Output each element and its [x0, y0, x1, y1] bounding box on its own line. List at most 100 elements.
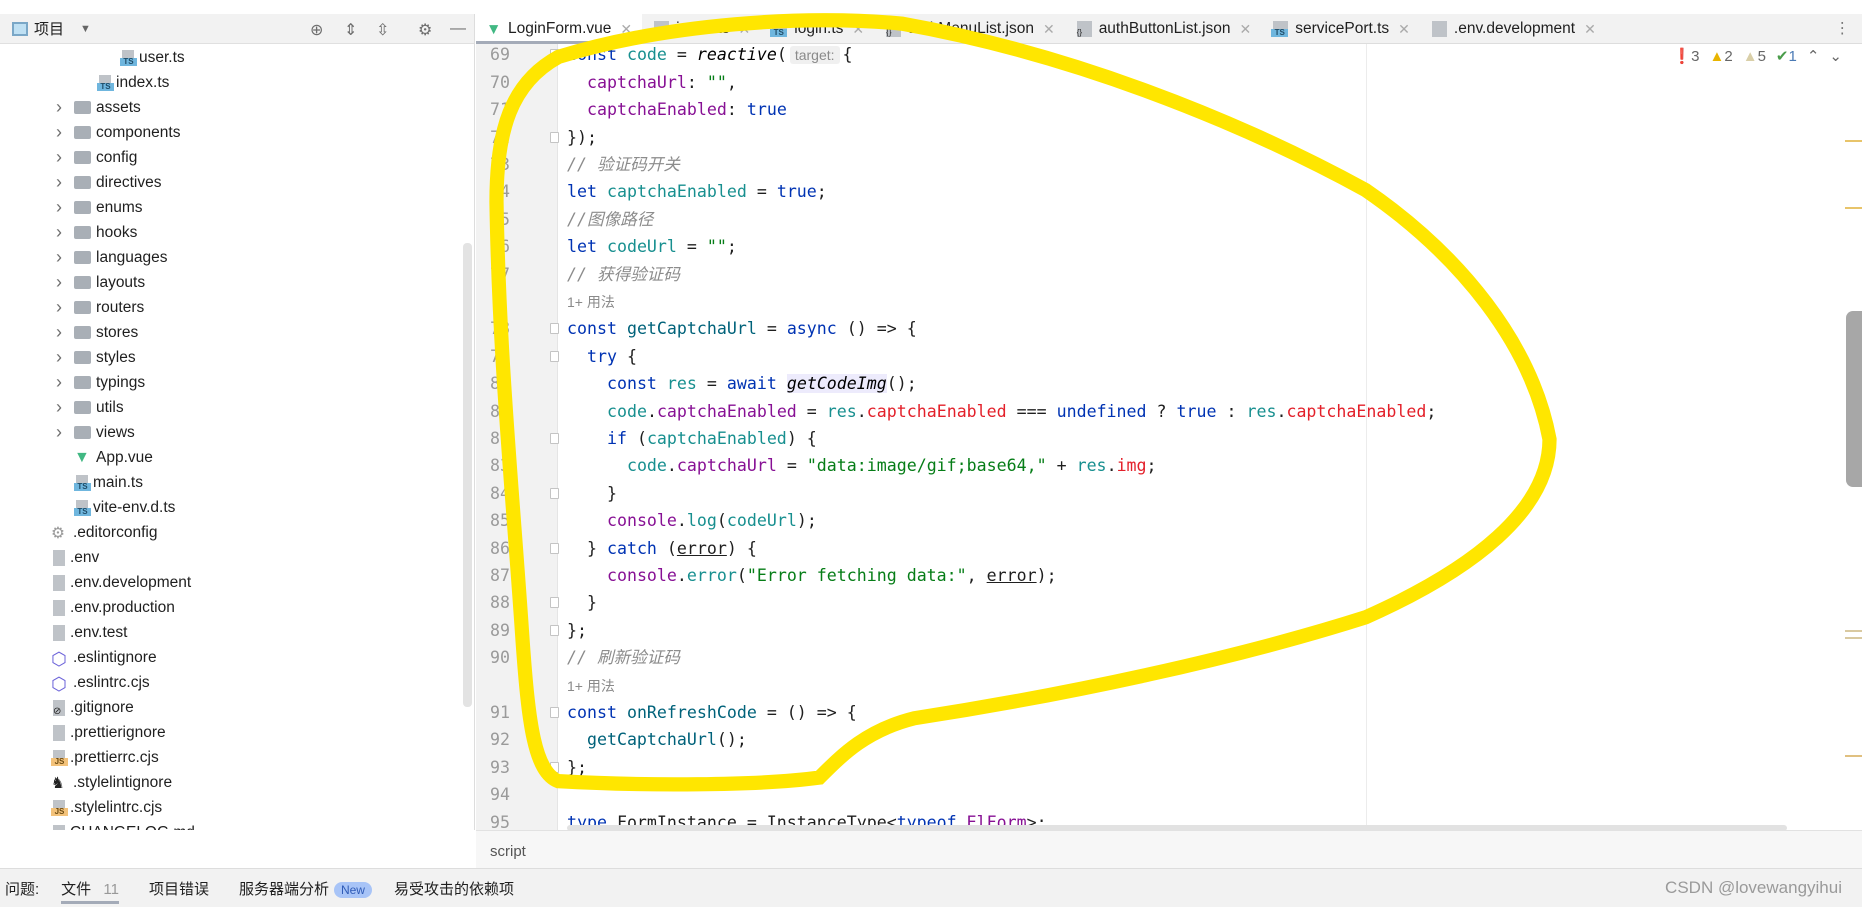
- fold-icon[interactable]: [550, 323, 559, 335]
- tab-authmenulist-json[interactable]: {} authMenuList.json ✕: [874, 14, 1065, 44]
- tree-item[interactable]: › hooks: [56, 220, 137, 245]
- chevron-right-icon[interactable]: ›: [56, 122, 62, 143]
- tree-item[interactable]: › assets: [56, 95, 141, 120]
- chevron-right-icon[interactable]: ›: [56, 197, 62, 218]
- tree-item[interactable]: .prettierignore: [51, 720, 166, 745]
- chevron-right-icon[interactable]: ›: [56, 347, 62, 368]
- close-icon[interactable]: ✕: [1240, 21, 1252, 38]
- warning-count[interactable]: ▲2: [1710, 48, 1733, 65]
- tree-item[interactable]: main.ts: [74, 470, 143, 495]
- gear-icon[interactable]: ⚙: [418, 20, 432, 40]
- tree-item[interactable]: › directives: [56, 170, 161, 195]
- tree-item[interactable]: user.ts: [120, 45, 185, 70]
- tree-item[interactable]: .env.production: [51, 595, 175, 620]
- tree-item[interactable]: ♞ .stylelintignore: [51, 770, 172, 795]
- chevron-right-icon[interactable]: ›: [56, 222, 62, 243]
- tab-files[interactable]: 文件 11: [61, 878, 119, 904]
- tab-loginform-vue[interactable]: ▼ LoginForm.vue ✕: [476, 14, 643, 45]
- usages-hint[interactable]: 1+ 用法: [567, 678, 615, 694]
- tree-item[interactable]: › languages: [56, 245, 168, 270]
- fold-icon[interactable]: [550, 542, 559, 554]
- tab-authbuttonlist-json[interactable]: {} authButtonList.json ✕: [1065, 14, 1262, 44]
- tree-item[interactable]: › routers: [56, 295, 144, 320]
- chevron-right-icon[interactable]: ›: [56, 97, 62, 118]
- fold-icon[interactable]: [550, 350, 559, 362]
- tab-login-ts[interactable]: login.ts ✕: [760, 14, 874, 44]
- weak-warning-count[interactable]: ▲5: [1743, 48, 1766, 65]
- fold-icon[interactable]: [550, 706, 559, 718]
- minimize-icon[interactable]: —: [450, 20, 466, 38]
- close-icon[interactable]: ✕: [1043, 21, 1055, 38]
- tab-vulnerable-deps[interactable]: 易受攻击的依赖项: [394, 878, 514, 899]
- code-token: captchaEnabled: [606, 182, 747, 202]
- tab-server-analysis[interactable]: 服务器端分析 New: [239, 878, 372, 899]
- usages-hint[interactable]: 1+ 用法: [567, 294, 615, 310]
- tree-item[interactable]: › config: [56, 145, 137, 170]
- tree-item[interactable]: › layouts: [56, 270, 145, 295]
- error-count[interactable]: ❗3: [1672, 47, 1699, 65]
- chevron-right-icon[interactable]: ›: [56, 397, 62, 418]
- tree-item[interactable]: ⬡ .eslintrc.cjs: [51, 670, 150, 695]
- close-icon[interactable]: ✕: [1398, 21, 1410, 38]
- close-icon[interactable]: ✕: [739, 21, 751, 38]
- fold-icon[interactable]: [550, 624, 559, 636]
- typo-count[interactable]: ✔1: [1776, 47, 1797, 65]
- tab-env-development[interactable]: .env.development ✕: [1420, 14, 1606, 44]
- tree-item[interactable]: .prettierrc.cjs: [51, 745, 159, 770]
- tab-project-errors[interactable]: 项目错误: [149, 878, 209, 899]
- tab-serviceport-ts[interactable]: servicePort.ts ✕: [1261, 14, 1420, 44]
- tree-item[interactable]: .env.development: [51, 570, 191, 595]
- tree-item[interactable]: › utils: [56, 395, 124, 420]
- chevron-right-icon[interactable]: ›: [56, 272, 62, 293]
- tab-index-ts[interactable]: index.ts ✕: [642, 14, 760, 44]
- chevron-right-icon[interactable]: ›: [56, 422, 62, 443]
- tree-item[interactable]: › typings: [56, 370, 145, 395]
- dropdown-icon[interactable]: ▼: [80, 23, 91, 35]
- fold-icon[interactable]: [550, 487, 559, 499]
- tree-item[interactable]: › styles: [56, 345, 136, 370]
- sidebar-scrollbar[interactable]: [463, 243, 472, 707]
- tree-item[interactable]: vite-env.d.ts: [74, 495, 175, 520]
- tree-item[interactable]: .stylelintrc.cjs: [51, 795, 162, 820]
- tree-item[interactable]: CHANGELOG.md: [51, 820, 195, 830]
- tree-item[interactable]: .env: [51, 545, 99, 570]
- more-tabs-icon[interactable]: ⋮: [1823, 14, 1862, 43]
- tree-item[interactable]: ⬡ .eslintignore: [51, 645, 157, 670]
- tree-item[interactable]: ⚙ .editorconfig: [51, 520, 157, 545]
- breadcrumb[interactable]: script: [476, 830, 1862, 868]
- next-highlight-icon[interactable]: ⌄: [1829, 47, 1842, 65]
- code-token: ?: [1146, 401, 1177, 421]
- code-editor[interactable]: 69 const code = reactive(target:{70 captc…: [476, 44, 1862, 830]
- tree-item[interactable]: › stores: [56, 320, 138, 345]
- close-icon[interactable]: ✕: [1584, 21, 1596, 38]
- tree-item[interactable]: .env.test: [51, 620, 127, 645]
- chevron-right-icon[interactable]: ›: [56, 247, 62, 268]
- tab-label: index.ts: [676, 20, 730, 37]
- fold-icon[interactable]: [550, 131, 559, 143]
- close-icon[interactable]: ✕: [852, 21, 864, 38]
- collapse-all-icon[interactable]: ⇳: [376, 20, 389, 40]
- close-icon[interactable]: ✕: [620, 21, 632, 38]
- chevron-right-icon[interactable]: ›: [56, 322, 62, 343]
- floating-toolbar[interactable]: [1846, 311, 1862, 487]
- locate-icon[interactable]: ⊕: [310, 20, 323, 40]
- chevron-right-icon[interactable]: ›: [56, 172, 62, 193]
- fold-icon[interactable]: [550, 761, 559, 773]
- tree-item[interactable]: ⊘ .gitignore: [51, 695, 134, 720]
- previous-highlight-icon[interactable]: ⌃: [1807, 47, 1820, 65]
- breadcrumb-item[interactable]: script: [490, 843, 526, 860]
- chevron-right-icon[interactable]: ›: [56, 147, 62, 168]
- chevron-right-icon[interactable]: ›: [56, 372, 62, 393]
- sidebar-title[interactable]: 项目: [34, 18, 64, 39]
- tree-item[interactable]: index.ts: [97, 70, 169, 95]
- fold-icon[interactable]: [550, 49, 559, 61]
- inspection-widget[interactable]: ❗3 ▲2 ▲5 ✔1 ⌃ ⌄: [1672, 44, 1842, 68]
- tree-item[interactable]: ▼ App.vue: [74, 445, 153, 470]
- expand-all-icon[interactable]: ⇕: [344, 20, 357, 40]
- tree-item[interactable]: › enums: [56, 195, 143, 220]
- tree-item[interactable]: › components: [56, 120, 180, 145]
- fold-icon[interactable]: [550, 597, 559, 609]
- fold-icon[interactable]: [550, 432, 559, 444]
- tree-item[interactable]: › views: [56, 420, 135, 445]
- chevron-right-icon[interactable]: ›: [56, 297, 62, 318]
